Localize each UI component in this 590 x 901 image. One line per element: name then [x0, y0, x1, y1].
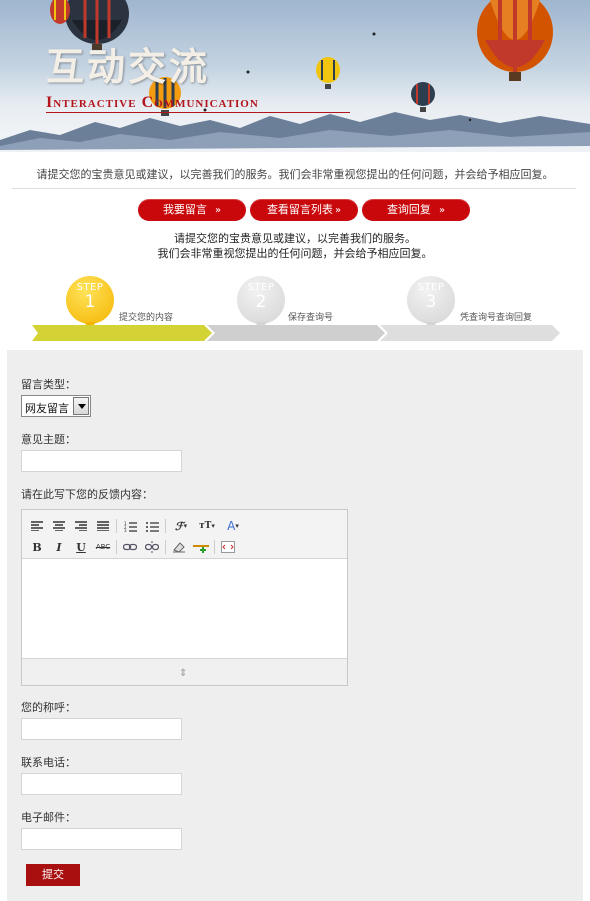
svg-text:3: 3: [124, 528, 127, 532]
submit-button[interactable]: 提交: [26, 864, 80, 886]
step-3-label: 凭查询号查询回复: [460, 313, 533, 323]
step-2-badge: STEP 2: [237, 276, 285, 330]
step-progress: STEP 1 提交您的内容 STEP 2 保存查询号 STEP 3 凭查询号查询回复: [20, 270, 580, 344]
unordered-list-icon[interactable]: [143, 517, 161, 535]
divider: [12, 188, 576, 189]
subject-label: 意见主题：: [21, 433, 76, 446]
font-family-icon[interactable]: ℱ ▾: [170, 517, 192, 535]
leave-message-label: 我要留言: [162, 203, 207, 216]
chevron-down-icon[interactable]: [73, 397, 89, 415]
view-messages-label: 查看留言列表: [266, 203, 333, 216]
align-justify-icon[interactable]: [94, 517, 112, 535]
intro-text: 请提交您的宝贵意见或建议，以完善我们的服务。我们会非常重视您提出的任何问题，并会…: [36, 168, 554, 181]
step-1-badge: STEP 1: [66, 276, 114, 330]
step-3-badge: STEP 3: [407, 276, 455, 330]
notice-line-2: 我们会非常重视您提出的任何问题，并会给予相应回复。: [157, 247, 433, 260]
align-center-icon[interactable]: [50, 517, 68, 535]
eraser-icon[interactable]: [170, 538, 188, 556]
query-reply-button[interactable]: 查询回复 »: [362, 199, 470, 221]
strikethrough-icon[interactable]: ABC: [94, 538, 112, 556]
step-bar: [32, 325, 560, 341]
view-messages-button[interactable]: 查看留言列表»: [250, 199, 358, 221]
editor-content-area[interactable]: [22, 560, 347, 658]
email-input[interactable]: [21, 828, 182, 850]
phone-input[interactable]: [21, 773, 182, 795]
resize-handle-icon[interactable]: ⇕: [179, 668, 187, 679]
banner-divider: [46, 112, 350, 113]
editor-toolbar: 123 ℱ ▾ тT ▾ A ▾ B I U ABC: [22, 510, 347, 559]
subject-input[interactable]: [21, 450, 182, 472]
email-label: 电子邮件：: [21, 811, 76, 824]
bold-icon[interactable]: B: [28, 538, 46, 556]
link-icon[interactable]: [121, 538, 139, 556]
name-label: 您的称呼：: [21, 701, 76, 714]
insert-rule-icon[interactable]: [192, 538, 210, 556]
font-size-icon[interactable]: тT ▾: [196, 517, 218, 535]
align-right-icon[interactable]: [72, 517, 90, 535]
source-code-icon[interactable]: [219, 538, 237, 556]
arrow-icon: »: [214, 205, 222, 216]
unlink-icon[interactable]: [143, 538, 161, 556]
banner-title: 互动交流: [46, 44, 211, 89]
message-type-value: 网友留言: [25, 402, 69, 415]
message-type-select[interactable]: 网友留言: [21, 395, 91, 417]
notice-line-1: 请提交您的宝贵意见或建议，以完善我们的服务。: [174, 232, 416, 245]
editor-statusbar: ⇕: [22, 658, 347, 685]
align-left-icon[interactable]: [28, 517, 46, 535]
query-reply-label: 查询回复: [386, 203, 431, 216]
content-label: 请在此写下您的反馈内容：: [21, 488, 153, 501]
banner-subtitle: Interactive Communication: [46, 94, 259, 111]
underline-icon[interactable]: U: [72, 538, 90, 556]
step-2-bar: [207, 325, 385, 341]
phone-label: 联系电话：: [21, 756, 76, 769]
feedback-form: 留言类型： 网友留言 意见主题： 请在此写下您的反馈内容： 123 ℱ ▾ тT…: [7, 350, 583, 901]
step-3-bar: [380, 325, 560, 341]
font-color-icon[interactable]: A ▾: [222, 517, 244, 535]
name-input[interactable]: [21, 718, 182, 740]
italic-icon[interactable]: I: [50, 538, 68, 556]
notice-text: 请提交您的宝贵意见或建议，以完善我们的服务。 我们会非常重视您提出的任何问题，并…: [100, 231, 490, 261]
step-2-label: 保存查询号: [288, 313, 334, 323]
arrow-icon: »: [438, 205, 446, 216]
ordered-list-icon[interactable]: 123: [121, 517, 139, 535]
arrow-icon: »: [334, 205, 342, 216]
header-banner: 互动交流 Interactive Communication: [0, 0, 590, 152]
type-label: 留言类型：: [21, 378, 76, 391]
leave-message-button[interactable]: 我要留言 »: [138, 199, 246, 221]
step-1-label: 提交您的内容: [119, 313, 174, 323]
rich-text-editor[interactable]: 123 ℱ ▾ тT ▾ A ▾ B I U ABC ⇕: [21, 509, 348, 686]
step-1-bar: [32, 325, 212, 341]
